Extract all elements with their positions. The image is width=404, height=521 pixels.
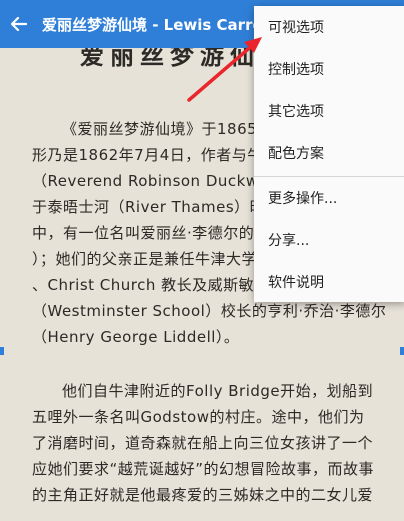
text-line: 了消磨时间，道奇森就在船上向三位女孩讲了一个	[32, 434, 374, 452]
text-line: 五哩外一条名叫Godstow的村庄。途中，他们为	[32, 408, 365, 426]
menu-item-visual-options[interactable]: 可视选项	[254, 6, 404, 48]
text-line: 应她们要求“越荒诞越好”的幻想冒险故事，而故事	[32, 460, 375, 478]
menu-item-share[interactable]: 分享...	[254, 219, 404, 261]
menu-item-control-options[interactable]: 控制选项	[254, 48, 404, 90]
menu-item-other-options[interactable]: 其它选项	[254, 90, 404, 132]
menu-item-about[interactable]: 软件说明	[254, 261, 404, 303]
menu-item-more-actions[interactable]: 更多操作...	[254, 177, 404, 219]
overflow-menu: 可视选项 控制选项 其它选项 配色方案 更多操作... 分享... 软件说明	[254, 6, 404, 302]
text-line: （Henry George Liddell）。	[32, 328, 240, 346]
text-line: 他们自牛津附近的Folly Bridge开始，划船到	[62, 382, 374, 400]
selection-handle-right[interactable]	[400, 347, 404, 355]
menu-item-color-scheme[interactable]: 配色方案	[254, 132, 404, 174]
paragraph-2: 他们自牛津附近的Folly Bridge开始，划船到 五哩外一条名叫Godsto…	[32, 378, 404, 508]
book-title: 爱丽丝梦游仙境 - Lewis Carroll	[42, 15, 274, 34]
selection-handle-left[interactable]	[0, 347, 4, 355]
arrow-left-icon	[10, 16, 28, 32]
text-line: 的主角正好就是他最疼爱的三姊妹之中的二女儿爱	[32, 486, 374, 504]
back-button[interactable]	[2, 0, 36, 48]
